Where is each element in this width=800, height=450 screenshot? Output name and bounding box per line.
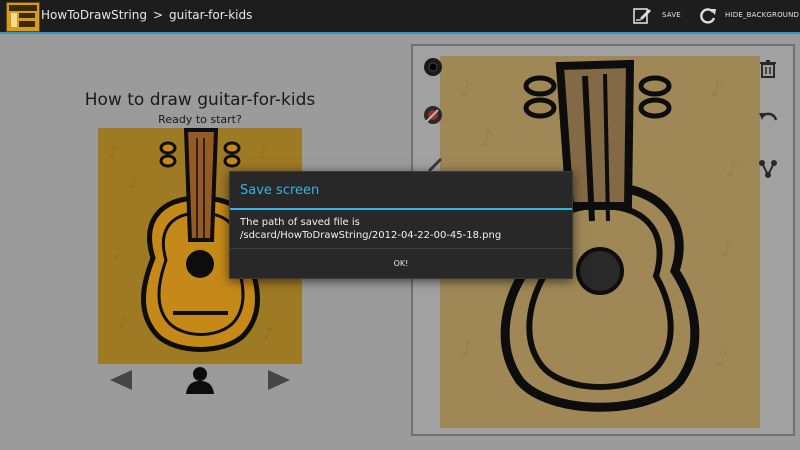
refresh-icon[interactable] (698, 6, 718, 26)
hide-background-button[interactable]: HIDE_BACKGROUND (725, 11, 799, 19)
save-dialog: Save screen The path of saved file is /s… (229, 171, 573, 279)
save-icon[interactable] (632, 6, 652, 26)
action-bar: HowToDrawString > guitar-for-kids SAVE HID… (0, 0, 800, 34)
app-logo[interactable] (6, 2, 40, 32)
dialog-title-divider (230, 208, 572, 210)
breadcrumb-page: guitar-for-kids (169, 8, 253, 22)
ok-button[interactable]: OK! (230, 249, 572, 278)
dialog-message-path: /sdcard/HowToDrawString/2012-04-22-00-45… (240, 230, 502, 241)
save-button[interactable]: SAVE (662, 11, 681, 19)
dialog-message-line1: The path of saved file is (240, 217, 360, 228)
dialog-title: Save screen (240, 183, 320, 198)
breadcrumb: HowToDrawString > guitar-for-kids (41, 8, 252, 22)
breadcrumb-separator: > (152, 8, 164, 22)
breadcrumb-app[interactable]: HowToDrawString (41, 8, 147, 22)
